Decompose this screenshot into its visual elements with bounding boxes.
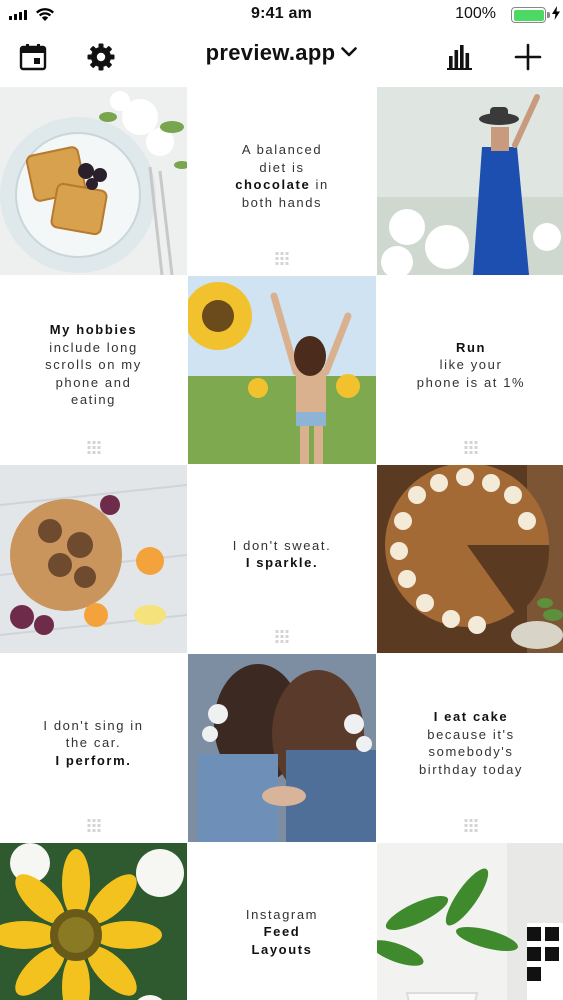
add-post-button[interactable]: [509, 38, 547, 76]
quote-line: the car.: [43, 734, 143, 752]
quote-line: I sparkle.: [233, 554, 332, 572]
quote-regular-text: in: [310, 177, 329, 192]
photo-image: [377, 465, 563, 653]
quote-line: include long: [45, 339, 142, 357]
photo-tile[interactable]: [0, 843, 187, 1000]
quote-text: A balanced diet is chocolate in both hands: [213, 141, 351, 211]
quote-regular-text: phone is at 1%: [416, 374, 526, 390]
drag-handle-icon[interactable]: [87, 441, 100, 454]
quote-regular-text: include long: [49, 339, 138, 355]
photo-tile[interactable]: [377, 87, 563, 275]
photo-image: [377, 87, 563, 275]
quote-line: I don't sweat.: [233, 537, 332, 555]
photo-tile[interactable]: [188, 276, 376, 464]
app-title: preview.app: [205, 40, 336, 65]
nav-bar: preview.app: [0, 30, 563, 86]
drag-handle-icon[interactable]: [464, 441, 478, 454]
quote-regular-text: I don't sing in: [43, 717, 144, 733]
drag-handle-icon[interactable]: [275, 252, 289, 265]
quote-regular-text: diet is: [259, 159, 305, 175]
charging-bolt-icon: [552, 6, 560, 20]
quote-line: Layouts: [246, 941, 318, 959]
photo-tile[interactable]: [377, 465, 563, 653]
quote-regular-text: somebody's: [428, 744, 514, 759]
quote-bold-text: I eat cake: [433, 709, 509, 724]
quote-line: I eat cake: [419, 708, 523, 726]
photo-tile[interactable]: [0, 465, 187, 653]
status-bar: 9:41 am 100%: [0, 0, 563, 30]
chevron-down-icon: [341, 47, 358, 57]
quote-tile[interactable]: I don't sweat. I sparkle.: [188, 465, 376, 653]
quote-line: birthday today: [419, 761, 523, 779]
quote-line: eating: [45, 391, 142, 409]
photo-image: [377, 843, 563, 1000]
photo-image: [188, 276, 376, 464]
quote-regular-text: phone and: [55, 374, 132, 390]
quote-regular-text: A balanced: [241, 142, 323, 157]
quote-text: I eat cake because it's somebody's birthday…: [397, 708, 545, 778]
photo-tile[interactable]: [188, 654, 376, 842]
quote-regular-text: like your: [439, 357, 503, 373]
battery-level: [513, 9, 544, 21]
quote-bold-text: I sparkle.: [245, 555, 319, 570]
quote-line: because it's: [419, 726, 523, 744]
quote-tile[interactable]: I eat cake because it's somebody's birthday…: [377, 654, 563, 842]
stats-button[interactable]: [441, 38, 479, 76]
quote-line: both hands: [235, 194, 329, 212]
quote-regular-text: birthday today: [418, 761, 524, 777]
quote-text: I don't sing in the car. I perform.: [21, 717, 165, 770]
quote-regular-text: because it's: [427, 726, 515, 742]
battery-cap: [547, 12, 550, 18]
quote-bold-text: Run: [455, 339, 487, 355]
quote-bold-text: Layouts: [251, 941, 313, 957]
quote-line: phone is at 1%: [417, 374, 525, 392]
quote-line: Run: [417, 339, 525, 357]
quote-line: diet is: [235, 159, 329, 177]
quote-tile[interactable]: A balanced diet is chocolate in both hands: [188, 87, 376, 275]
quote-line: Instagram: [246, 906, 318, 924]
plus-icon: [514, 43, 542, 71]
quote-line: My hobbies: [45, 321, 142, 339]
quote-bold-text: I perform.: [55, 752, 132, 768]
quote-bold-text: chocolate: [235, 177, 311, 192]
photo-image: [0, 87, 187, 275]
quote-tile[interactable]: Run like your phone is at 1%: [377, 276, 563, 464]
bar-chart-icon: [447, 45, 472, 70]
feed-grid: A balanced diet is chocolate in both hands …: [0, 87, 563, 1000]
quote-text: Run like your phone is at 1%: [395, 339, 547, 392]
photo-image: [0, 843, 187, 1000]
drag-handle-icon[interactable]: [87, 819, 100, 832]
quote-regular-text: I don't sweat.: [232, 537, 332, 553]
battery-percent: 100%: [455, 5, 496, 22]
quote-regular-text: Instagram: [245, 906, 319, 922]
quote-tile[interactable]: I don't sing in the car. I perform.: [0, 654, 187, 842]
battery-icon: [511, 7, 546, 23]
quote-line: Feed: [246, 923, 318, 941]
drag-handle-icon[interactable]: [275, 630, 289, 643]
quote-line: I perform.: [43, 752, 143, 770]
quote-line: A balanced: [235, 141, 329, 159]
quote-regular-text: eating: [70, 392, 117, 408]
photo-tile[interactable]: [0, 87, 187, 275]
quote-text: My hobbies include long scrolls on my phone…: [23, 321, 164, 409]
photo-image: [188, 654, 376, 842]
quote-regular-text: scrolls on my: [45, 357, 142, 373]
quote-line: like your: [417, 356, 525, 374]
quote-text: Instagram Feed Layouts: [224, 906, 340, 959]
photo-tile[interactable]: [377, 843, 563, 1000]
quote-line: I don't sing in: [43, 717, 143, 735]
quote-tile[interactable]: My hobbies include long scrolls on my phone…: [0, 276, 187, 464]
quote-text: I don't sweat. I sparkle.: [211, 537, 354, 572]
photo-image: [0, 465, 187, 653]
drag-handle-icon[interactable]: [464, 819, 478, 832]
quote-regular-text: the car.: [65, 735, 122, 751]
quote-bold-text: Feed: [263, 924, 301, 940]
quote-regular-text: both hands: [241, 194, 323, 210]
quote-line: chocolate in: [235, 176, 329, 194]
quote-line: phone and: [45, 374, 142, 392]
quote-bold-text: My hobbies: [49, 322, 138, 338]
quote-tile[interactable]: Instagram Feed Layouts: [188, 843, 376, 1000]
quote-line: somebody's: [419, 743, 523, 761]
quote-line: scrolls on my: [45, 356, 142, 374]
